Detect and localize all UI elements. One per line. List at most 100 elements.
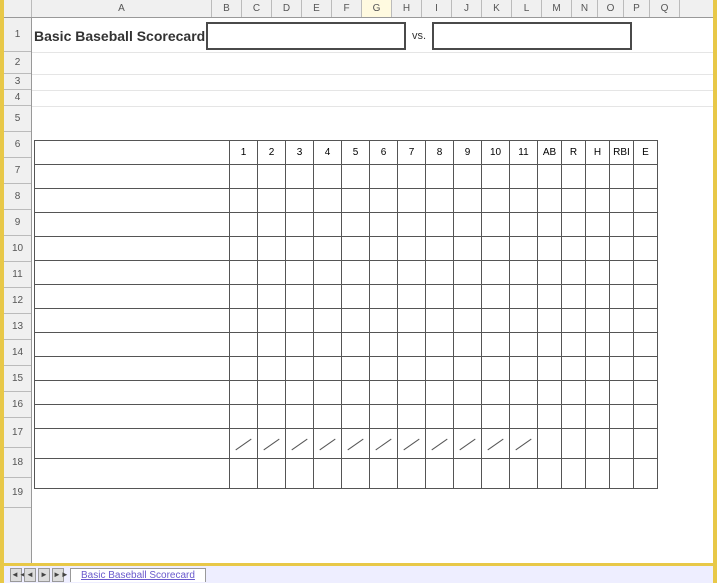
- inning-cell[interactable]: [426, 381, 454, 405]
- inning-cell[interactable]: [342, 309, 370, 333]
- stat-cell[interactable]: [610, 405, 634, 429]
- col-header-i[interactable]: I: [422, 0, 452, 17]
- inning-cell[interactable]: [314, 459, 342, 489]
- stat-cell[interactable]: [586, 285, 610, 309]
- row-header-9[interactable]: 9: [4, 210, 31, 236]
- inning-cell[interactable]: [398, 237, 426, 261]
- row-header-10[interactable]: 10: [4, 236, 31, 262]
- inning-cell[interactable]: [454, 405, 482, 429]
- row-header-5[interactable]: 5: [4, 106, 31, 132]
- inning-cell[interactable]: [230, 429, 258, 459]
- inning-cell[interactable]: [370, 357, 398, 381]
- stat-cell[interactable]: [538, 165, 562, 189]
- inning-cell[interactable]: [286, 459, 314, 489]
- inning-cell[interactable]: [258, 237, 286, 261]
- inning-cell[interactable]: [342, 381, 370, 405]
- inning-cell[interactable]: [426, 261, 454, 285]
- stat-cell[interactable]: [634, 333, 658, 357]
- stat-cell[interactable]: [538, 189, 562, 213]
- inning-cell[interactable]: [454, 213, 482, 237]
- inning-cell[interactable]: [258, 333, 286, 357]
- inning-cell[interactable]: [314, 429, 342, 459]
- nav-next-button[interactable]: ►: [38, 568, 50, 582]
- inning-cell[interactable]: [454, 165, 482, 189]
- stat-cell[interactable]: [610, 357, 634, 381]
- player-cell[interactable]: [35, 405, 230, 429]
- inning-cell[interactable]: [286, 165, 314, 189]
- player-cell[interactable]: [35, 213, 230, 237]
- col-header-h[interactable]: H: [392, 0, 422, 17]
- stat-cell[interactable]: [538, 333, 562, 357]
- inning-cell[interactable]: [370, 405, 398, 429]
- player-cell[interactable]: [35, 285, 230, 309]
- row-header-17[interactable]: 17: [4, 418, 31, 448]
- row-header-19[interactable]: 19: [4, 478, 31, 508]
- row-header-12[interactable]: 12: [4, 288, 31, 314]
- inning-cell[interactable]: [258, 309, 286, 333]
- player-cell[interactable]: [35, 357, 230, 381]
- inning-cell[interactable]: [454, 309, 482, 333]
- inning-cell[interactable]: [482, 213, 510, 237]
- stat-cell[interactable]: [610, 237, 634, 261]
- inning-cell[interactable]: [398, 333, 426, 357]
- inning-cell[interactable]: [398, 261, 426, 285]
- inning-cell[interactable]: [258, 381, 286, 405]
- inning-cell[interactable]: [230, 459, 258, 489]
- inning-cell[interactable]: [286, 381, 314, 405]
- stat-cell[interactable]: [634, 261, 658, 285]
- inning-cell[interactable]: [342, 285, 370, 309]
- inning-cell[interactable]: [426, 213, 454, 237]
- col-header-m[interactable]: M: [542, 0, 572, 17]
- row-header-8[interactable]: 8: [4, 184, 31, 210]
- inning-cell[interactable]: [258, 165, 286, 189]
- team2-input-box[interactable]: [432, 22, 632, 50]
- inning-cell[interactable]: [510, 459, 538, 489]
- inning-cell[interactable]: [454, 189, 482, 213]
- row-header-18[interactable]: 18: [4, 448, 31, 478]
- col-header-d[interactable]: D: [272, 0, 302, 17]
- stat-cell[interactable]: [562, 189, 586, 213]
- inning-cell[interactable]: [230, 309, 258, 333]
- inning-cell[interactable]: [482, 381, 510, 405]
- inning-cell[interactable]: [398, 357, 426, 381]
- inning-cell[interactable]: [342, 189, 370, 213]
- stat-cell[interactable]: [634, 309, 658, 333]
- nav-prev-button[interactable]: ◄: [24, 568, 36, 582]
- inning-cell[interactable]: [342, 429, 370, 459]
- inning-cell[interactable]: [258, 429, 286, 459]
- inning-cell[interactable]: [314, 237, 342, 261]
- inning-cell[interactable]: [314, 405, 342, 429]
- inning-cell[interactable]: [454, 357, 482, 381]
- inning-cell[interactable]: [286, 237, 314, 261]
- player-cell[interactable]: [35, 459, 230, 489]
- stat-cell[interactable]: [610, 285, 634, 309]
- stat-cell[interactable]: [610, 213, 634, 237]
- row-header-7[interactable]: 7: [4, 158, 31, 184]
- stat-cell[interactable]: [610, 309, 634, 333]
- inning-cell[interactable]: [454, 381, 482, 405]
- stat-cell[interactable]: [586, 333, 610, 357]
- inning-cell[interactable]: [426, 357, 454, 381]
- inning-cell[interactable]: [510, 237, 538, 261]
- col-header-j[interactable]: J: [452, 0, 482, 17]
- stat-cell[interactable]: [634, 459, 658, 489]
- col-header-o[interactable]: O: [598, 0, 624, 17]
- player-cell[interactable]: [35, 165, 230, 189]
- inning-cell[interactable]: [286, 309, 314, 333]
- stat-cell[interactable]: [538, 357, 562, 381]
- inning-cell[interactable]: [230, 189, 258, 213]
- stat-cell[interactable]: [562, 357, 586, 381]
- inning-cell[interactable]: [342, 213, 370, 237]
- inning-cell[interactable]: [314, 357, 342, 381]
- inning-cell[interactable]: [454, 285, 482, 309]
- inning-cell[interactable]: [314, 309, 342, 333]
- inning-cell[interactable]: [342, 261, 370, 285]
- inning-cell[interactable]: [454, 237, 482, 261]
- stat-cell[interactable]: [562, 165, 586, 189]
- stat-cell[interactable]: [562, 333, 586, 357]
- stat-cell[interactable]: [586, 309, 610, 333]
- inning-cell[interactable]: [342, 165, 370, 189]
- row-header-16[interactable]: 16: [4, 392, 31, 418]
- sheet-content[interactable]: Basic Baseball Scorecard vs. 1 2 3 4 5 6…: [32, 18, 713, 563]
- inning-cell[interactable]: [510, 261, 538, 285]
